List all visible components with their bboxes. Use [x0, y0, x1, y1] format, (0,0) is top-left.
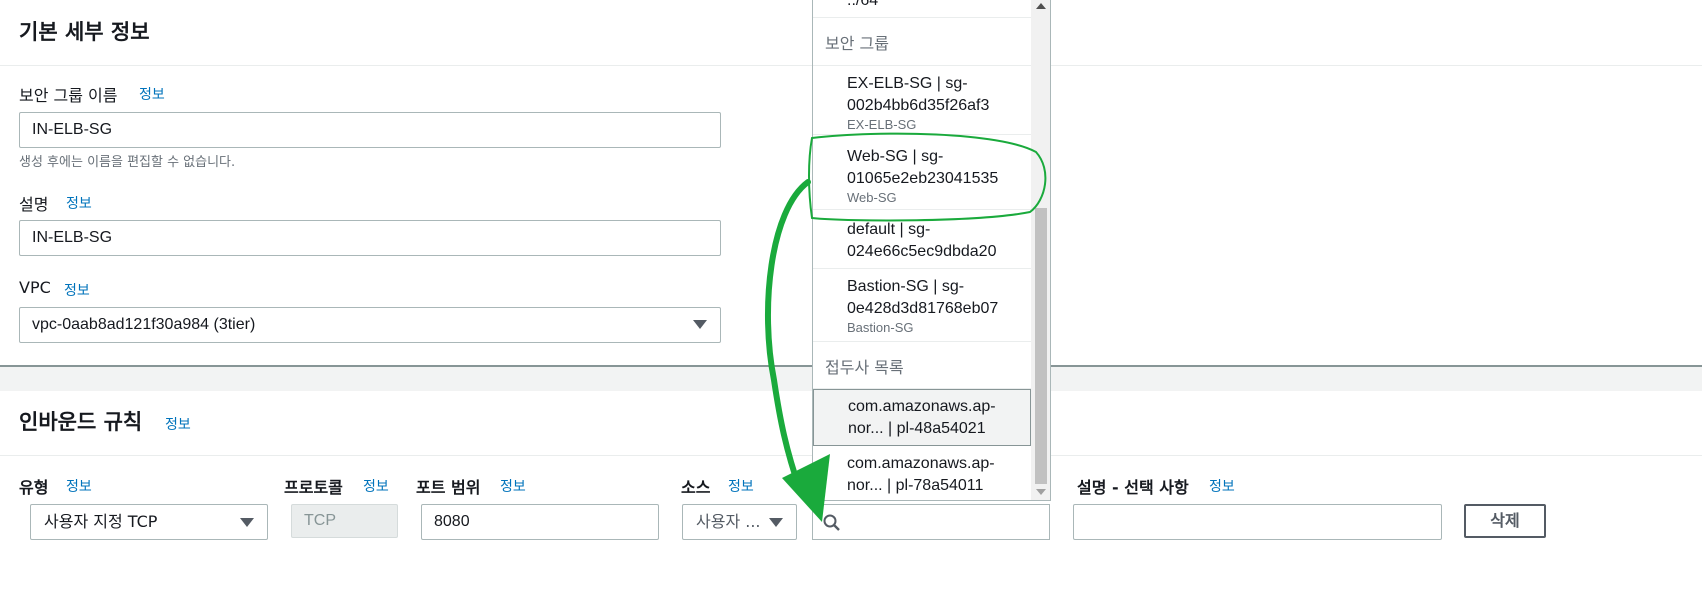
list-item-partial-text: ../64 — [847, 0, 879, 9]
port-range-input[interactable]: 8080 — [421, 504, 659, 540]
col-source-label: 소스 — [681, 478, 711, 497]
description-info-link[interactable]: 정보 — [66, 193, 92, 213]
type-select-value: 사용자 지정 TCP — [44, 512, 158, 531]
delete-rule-button[interactable]: 삭제 — [1464, 504, 1546, 538]
basic-details-title: 기본 세부 정보 — [19, 20, 150, 44]
option-title: EX-ELB-SG | sg-002b4bb6d35f26af3 — [847, 75, 990, 114]
vpc-label: VPC — [19, 278, 51, 297]
protocol-field: TCP — [291, 504, 398, 538]
vpc-select-value: vpc-0aab8ad121f30a984 (3tier) — [32, 316, 256, 333]
col-protocol-info-link[interactable]: 정보 — [363, 476, 389, 496]
rule-description-input[interactable] — [1073, 504, 1442, 540]
sg-name-info-link[interactable]: 정보 — [139, 84, 165, 104]
inbound-rules-title: 인바운드 규칙 — [19, 410, 143, 434]
annotation-highlight-circle — [808, 132, 1047, 222]
col-type-label: 유형 — [19, 478, 49, 497]
col-protocol-label: 프로토콜 — [284, 478, 343, 497]
vpc-select[interactable]: vpc-0aab8ad121f30a984 (3tier) — [19, 307, 721, 343]
type-select[interactable]: 사용자 지정 TCP — [30, 504, 268, 540]
col-type-info-link[interactable]: 정보 — [66, 476, 92, 496]
sg-name-input[interactable]: IN-ELB-SG — [19, 112, 721, 148]
annotation-arrow — [764, 179, 811, 493]
col-source-info-link[interactable]: 정보 — [728, 476, 754, 496]
col-port-label: 포트 범위 — [416, 478, 481, 497]
chevron-down-icon — [693, 320, 707, 329]
sg-name-hint: 생성 후에는 이름을 편집할 수 없습니다. — [19, 155, 236, 170]
group-label-security-groups: 보안 그룹 — [825, 34, 889, 53]
option-ex-elb-sg[interactable]: EX-ELB-SG | sg-002b4bb6d35f26af3 EX-ELB-… — [813, 67, 1031, 135]
chevron-down-icon — [240, 518, 254, 527]
description-input[interactable]: IN-ELB-SG — [19, 220, 721, 256]
sg-name-label: 보안 그룹 이름 — [19, 86, 118, 105]
col-description-label: 설명 - 선택 사항 — [1077, 478, 1189, 497]
list-item-partial[interactable]: ../64 — [813, 0, 1031, 18]
annotation-overlay — [764, 132, 1047, 522]
inbound-info-link[interactable]: 정보 — [165, 414, 191, 434]
col-port-info-link[interactable]: 정보 — [500, 476, 526, 496]
col-description-info-link[interactable]: 정보 — [1209, 476, 1235, 496]
scroll-up-icon[interactable] — [1036, 3, 1046, 9]
group-divider — [813, 65, 1031, 66]
source-type-value: 사용자 ... — [696, 512, 761, 531]
vpc-info-link[interactable]: 정보 — [64, 280, 90, 300]
description-label: 설명 — [19, 195, 49, 214]
